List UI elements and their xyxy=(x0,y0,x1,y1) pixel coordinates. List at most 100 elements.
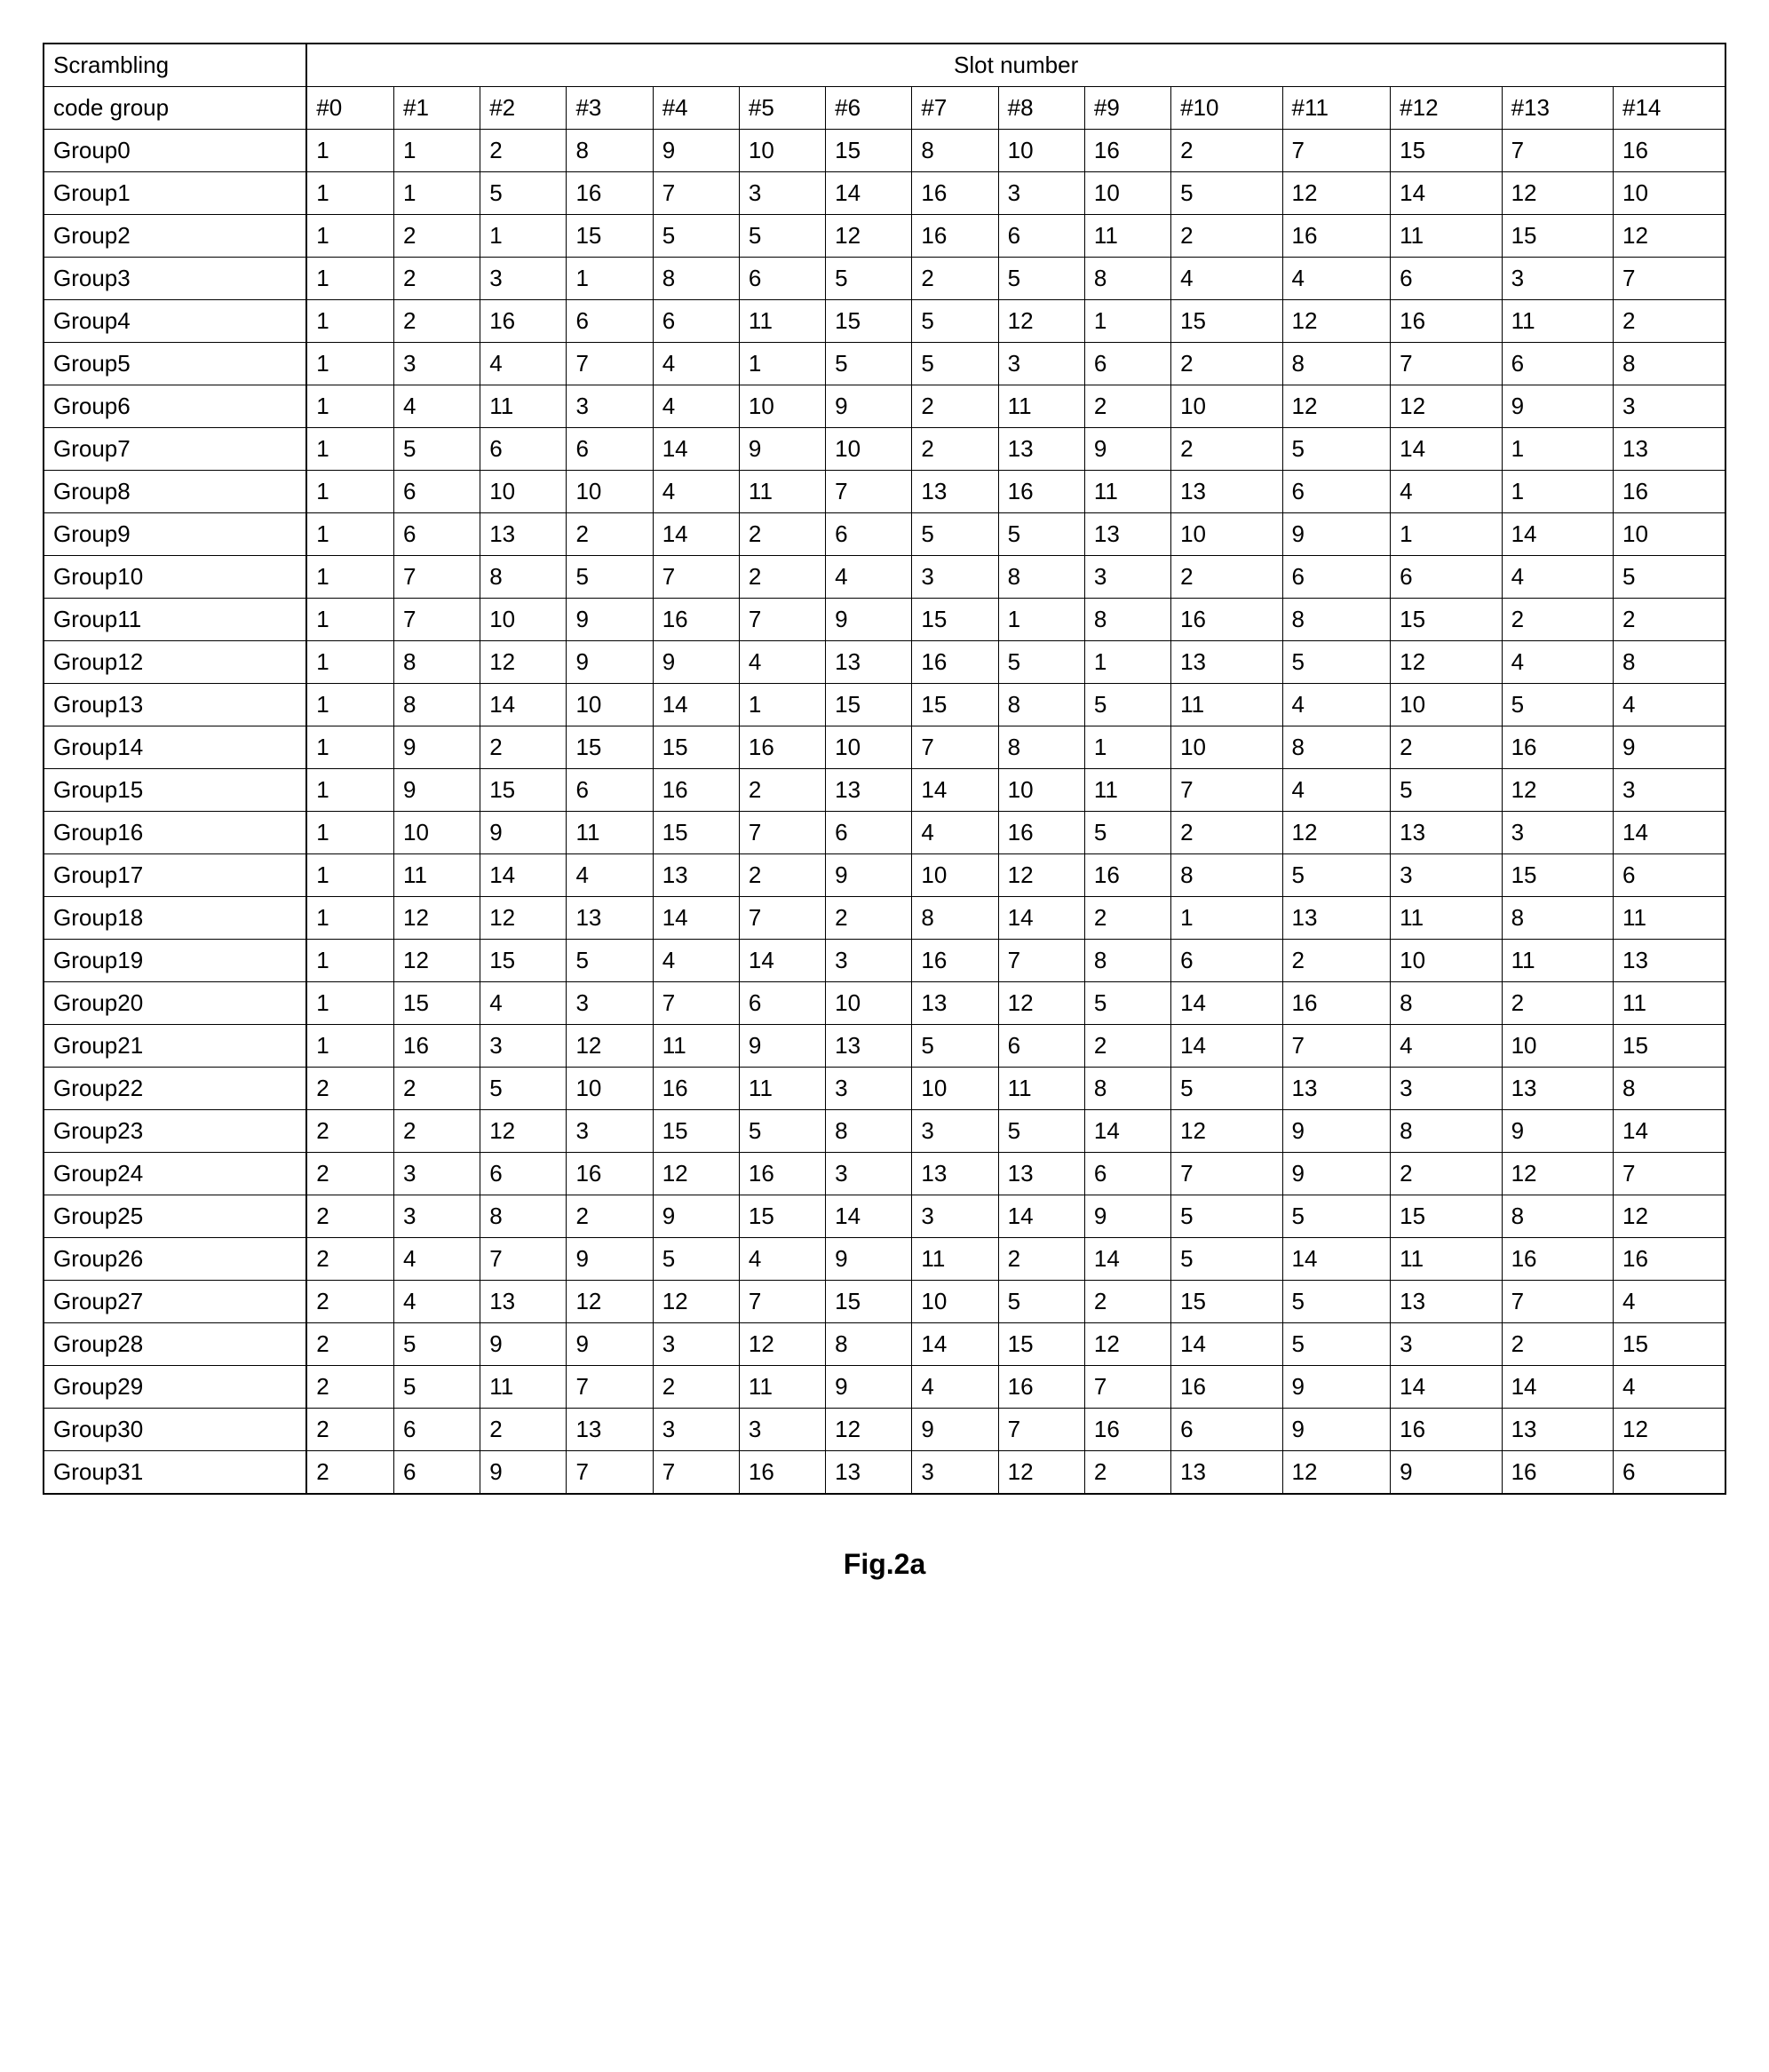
cell-value: 16 xyxy=(1084,1409,1170,1451)
cell-value: 12 xyxy=(1391,385,1502,428)
cell-value: 2 xyxy=(1084,1451,1170,1495)
cell-value: 10 xyxy=(1084,172,1170,215)
cell-value: 9 xyxy=(480,1323,567,1366)
cell-value: 6 xyxy=(393,513,480,556)
cell-value: 1 xyxy=(739,343,825,385)
cell-value: 15 xyxy=(826,1281,912,1323)
cell-value: 11 xyxy=(1391,215,1502,258)
cell-value: 12 xyxy=(393,897,480,940)
group-label: Group0 xyxy=(44,130,306,172)
cell-value: 11 xyxy=(393,854,480,897)
cell-value: 5 xyxy=(1282,1281,1391,1323)
cell-value: 4 xyxy=(653,940,739,982)
table-row: Group14192151516107811082169 xyxy=(44,726,1725,769)
group-label: Group29 xyxy=(44,1366,306,1409)
cell-value: 9 xyxy=(393,726,480,769)
cell-value: 11 xyxy=(739,471,825,513)
cell-value: 6 xyxy=(1614,1451,1726,1495)
cell-value: 8 xyxy=(912,897,998,940)
cell-value: 11 xyxy=(567,812,653,854)
cell-value: 15 xyxy=(826,684,912,726)
cell-value: 16 xyxy=(998,1366,1084,1409)
cell-value: 5 xyxy=(998,1110,1084,1153)
cell-value: 3 xyxy=(739,172,825,215)
cell-value: 16 xyxy=(1502,1238,1613,1281)
cell-value: 8 xyxy=(653,258,739,300)
cell-value: 2 xyxy=(912,385,998,428)
cell-value: 13 xyxy=(567,897,653,940)
table-row: Group30262133312971669161312 xyxy=(44,1409,1725,1451)
group-label: Group14 xyxy=(44,726,306,769)
group-label: Group18 xyxy=(44,897,306,940)
cell-value: 1 xyxy=(306,684,393,726)
cell-value: 10 xyxy=(826,726,912,769)
cell-value: 13 xyxy=(1502,1068,1613,1110)
cell-value: 8 xyxy=(1171,854,1282,897)
cell-value: 15 xyxy=(912,599,998,641)
cell-value: 16 xyxy=(1502,1451,1613,1495)
cell-value: 4 xyxy=(739,1238,825,1281)
cell-value: 14 xyxy=(998,897,1084,940)
cell-value: 2 xyxy=(480,1409,567,1451)
cell-value: 15 xyxy=(1502,215,1613,258)
cell-value: 12 xyxy=(1282,1451,1391,1495)
cell-value: 14 xyxy=(480,684,567,726)
cell-value: 12 xyxy=(998,982,1084,1025)
cell-value: 11 xyxy=(739,300,825,343)
group-label: Group10 xyxy=(44,556,306,599)
table-row: Group2523829151431495515812 xyxy=(44,1195,1725,1238)
cell-value: 16 xyxy=(1614,130,1726,172)
cell-value: 5 xyxy=(912,513,998,556)
cell-value: 11 xyxy=(912,1238,998,1281)
cell-value: 11 xyxy=(653,1025,739,1068)
cell-value: 5 xyxy=(1282,854,1391,897)
cell-value: 14 xyxy=(1391,428,1502,471)
cell-value: 5 xyxy=(912,300,998,343)
cell-value: 1 xyxy=(1084,641,1170,684)
cell-value: 5 xyxy=(393,1323,480,1366)
cell-value: 7 xyxy=(998,940,1084,982)
cell-value: 15 xyxy=(567,215,653,258)
table-row: Group816101041171316111364116 xyxy=(44,471,1725,513)
cell-value: 6 xyxy=(1502,343,1613,385)
cell-value: 9 xyxy=(912,1409,998,1451)
cell-value: 5 xyxy=(1282,1195,1391,1238)
cell-value: 13 xyxy=(1084,513,1170,556)
cell-value: 10 xyxy=(480,599,567,641)
group-label: Group5 xyxy=(44,343,306,385)
table-row: Group29251172119416716914144 xyxy=(44,1366,1725,1409)
cell-value: 2 xyxy=(1171,130,1282,172)
cell-value: 12 xyxy=(1282,812,1391,854)
cell-value: 3 xyxy=(393,1195,480,1238)
cell-value: 10 xyxy=(567,1068,653,1110)
cell-value: 6 xyxy=(567,428,653,471)
cell-value: 12 xyxy=(1614,215,1726,258)
column-header: #8 xyxy=(998,87,1084,130)
cell-value: 10 xyxy=(480,471,567,513)
cell-value: 3 xyxy=(998,172,1084,215)
table-row: Group1218129941316511351248 xyxy=(44,641,1725,684)
cell-value: 13 xyxy=(1282,1068,1391,1110)
cell-value: 12 xyxy=(1502,1153,1613,1195)
cell-value: 8 xyxy=(1282,599,1391,641)
cell-value: 1 xyxy=(306,556,393,599)
cell-value: 16 xyxy=(1282,215,1391,258)
cell-value: 16 xyxy=(1502,726,1613,769)
cell-value: 6 xyxy=(1282,556,1391,599)
cell-value: 15 xyxy=(653,726,739,769)
cell-value: 9 xyxy=(1084,428,1170,471)
cell-value: 10 xyxy=(826,982,912,1025)
cell-value: 3 xyxy=(912,1451,998,1495)
cell-value: 13 xyxy=(1391,812,1502,854)
cell-value: 3 xyxy=(739,1409,825,1451)
cell-value: 5 xyxy=(912,343,998,385)
group-label: Group2 xyxy=(44,215,306,258)
cell-value: 13 xyxy=(1171,471,1282,513)
cell-value: 2 xyxy=(1171,812,1282,854)
cell-value: 9 xyxy=(1502,385,1613,428)
cell-value: 2 xyxy=(1084,1025,1170,1068)
cell-value: 14 xyxy=(912,1323,998,1366)
cell-value: 9 xyxy=(567,599,653,641)
cell-value: 10 xyxy=(1391,940,1502,982)
cell-value: 10 xyxy=(1171,385,1282,428)
